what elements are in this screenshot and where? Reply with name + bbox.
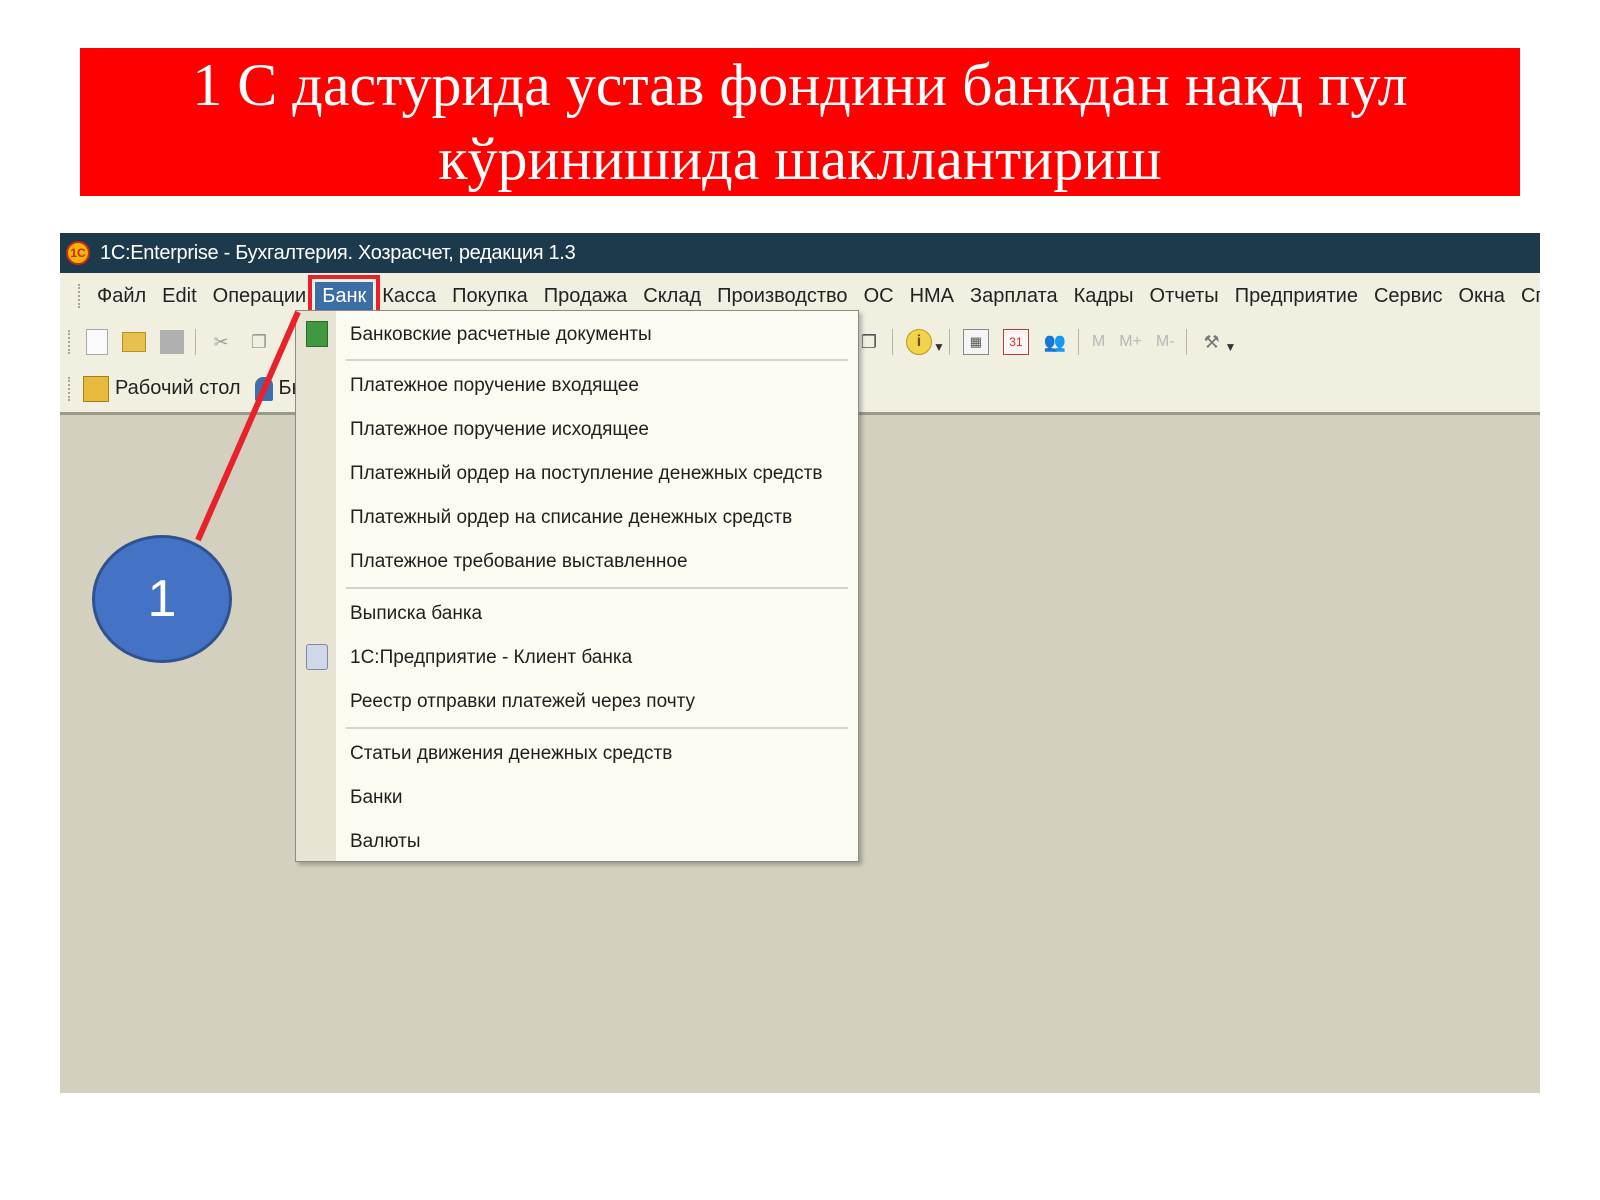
annotation-callout-1: 1: [92, 535, 232, 663]
annotation-pointer-line: [195, 310, 301, 542]
